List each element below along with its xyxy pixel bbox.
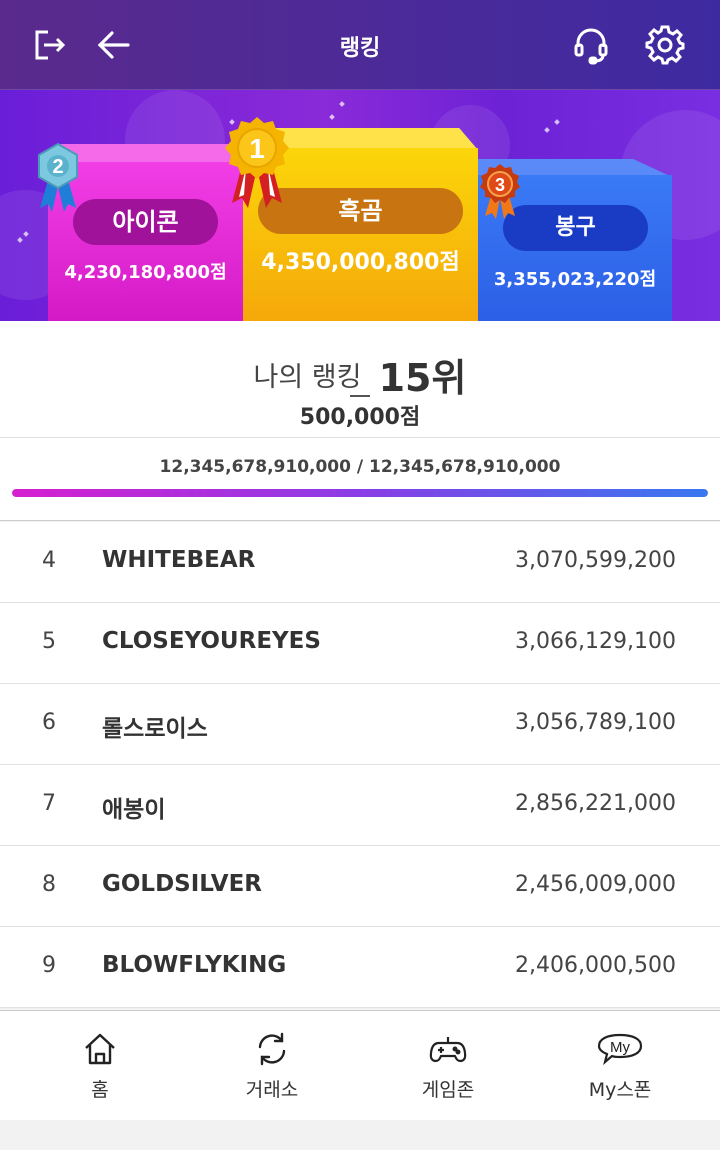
- my-icon-text: My: [610, 1039, 630, 1056]
- sparkle: [554, 119, 560, 125]
- ranking-row[interactable]: 9 BLOWFLYKING 2,406,000,500: [0, 927, 720, 1008]
- ranking-row-rank: 7: [42, 791, 56, 816]
- ranking-row-rank: 9: [42, 953, 56, 978]
- ranking-row-score: 3,056,789,100: [515, 710, 676, 735]
- sparkle: [329, 114, 335, 120]
- sparkle: [544, 127, 550, 133]
- settings-gear-icon[interactable]: [642, 22, 688, 68]
- divider: [0, 437, 720, 438]
- ranking-row-name: BLOWFLYKING: [102, 952, 287, 978]
- ranking-row-score: 2,856,221,000: [515, 791, 676, 816]
- nav-gamezone-label: 게임존: [421, 1079, 475, 1101]
- ranking-row[interactable]: 4 WHITEBEAR 3,070,599,200: [0, 522, 720, 603]
- third-place-name: 봉구: [503, 205, 648, 251]
- bottom-spacer: [0, 1120, 720, 1150]
- my-ranking-rank: 15위: [378, 356, 467, 400]
- ranking-list: 4 WHITEBEAR 3,070,599,200 5 CLOSEYOUREYES 3,0…: [0, 522, 720, 1008]
- third-place-score: 3,355,023,220점: [493, 269, 657, 290]
- ranking-row-rank: 8: [42, 872, 56, 897]
- ranking-row-name: WHITEBEAR: [102, 547, 256, 573]
- first-medal-number: 1: [249, 133, 265, 164]
- app-header: 랭킹: [0, 0, 720, 90]
- ranking-row-score: 2,406,000,500: [515, 953, 676, 978]
- ranking-row-name: 애봉이: [102, 797, 166, 823]
- third-medal-number: 3: [495, 175, 505, 195]
- silver-medal-icon: 2: [34, 142, 82, 214]
- gamepad-icon: [358, 1031, 538, 1067]
- nav-home[interactable]: 홈: [10, 1011, 190, 1121]
- first-place-score: 4,350,000,800점: [261, 250, 460, 275]
- bronze-medal-icon: 3: [478, 162, 522, 220]
- bottom-navigation: 홈 거래소 게임존 My My스폰: [0, 1010, 720, 1120]
- nav-exchange-label: 거래소: [245, 1079, 299, 1101]
- home-icon: [10, 1031, 190, 1067]
- my-ranking-points: 500,000점: [299, 405, 421, 430]
- progress-bar: [12, 489, 708, 497]
- my-ranking-header: 나의 랭킹 15위: [0, 347, 720, 402]
- headset-support-icon[interactable]: [568, 22, 614, 68]
- progress-text: 12,345,678,910,000 / 12,345,678,910,000: [159, 457, 561, 477]
- sparkle: [339, 101, 345, 107]
- nav-home-label: 홈: [91, 1079, 109, 1101]
- ranking-row-score: 3,066,129,100: [515, 629, 676, 654]
- exchange-icon: [182, 1031, 362, 1067]
- nav-gamezone[interactable]: 게임존: [358, 1011, 538, 1121]
- nav-exchange[interactable]: 거래소: [182, 1011, 362, 1121]
- ranking-row[interactable]: 6 롤스로이스 3,056,789,100: [0, 684, 720, 765]
- second-medal-number: 2: [52, 156, 63, 178]
- my-ranking-label: 나의 랭킹: [253, 362, 362, 393]
- nav-my-spon-label: My스폰: [588, 1079, 652, 1101]
- ranking-row-name: CLOSEYOUREYES: [102, 628, 321, 654]
- my-icon: My: [530, 1031, 710, 1067]
- my-ranking-panel: 나의 랭킹 15위 500,000점 12,345,678,910,000 / …: [0, 321, 720, 521]
- gold-medal-icon: 1: [222, 115, 292, 210]
- ranking-row[interactable]: 8 GOLDSILVER 2,456,009,000: [0, 846, 720, 927]
- progress-bar-fill: [12, 489, 708, 497]
- ranking-row-name: GOLDSILVER: [102, 871, 263, 897]
- second-place-name: 아이콘: [73, 199, 218, 245]
- ranking-row[interactable]: 7 애봉이 2,856,221,000: [0, 765, 720, 846]
- ranking-row-rank: 4: [42, 548, 56, 573]
- ranking-row-rank: 6: [42, 710, 56, 735]
- nav-my-spon[interactable]: My My스폰: [530, 1011, 710, 1121]
- top-three-podium: 아이콘 4,230,180,800점 봉구 3,355,023,220점 흑곰 …: [0, 90, 720, 321]
- ranking-row[interactable]: 5 CLOSEYOUREYES 3,066,129,100: [0, 603, 720, 684]
- second-place-score: 4,230,180,800점: [64, 262, 227, 283]
- ranking-row-rank: 5: [42, 629, 56, 654]
- ranking-row-score: 3,070,599,200: [515, 548, 676, 573]
- divider-dash: [350, 395, 370, 397]
- ranking-row-score: 2,456,009,000: [515, 872, 676, 897]
- ranking-row-name: 롤스로이스: [102, 716, 208, 742]
